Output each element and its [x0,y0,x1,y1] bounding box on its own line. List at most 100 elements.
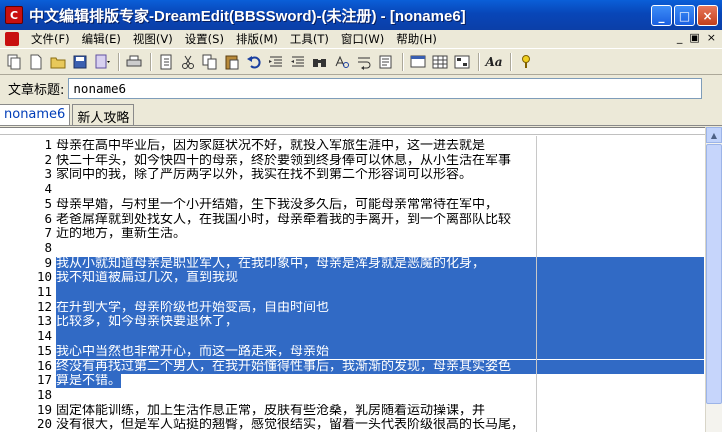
minimize-button[interactable]: _ [651,5,672,26]
menu-layout[interactable]: 排版(M) [230,31,284,48]
line-number: 9 [44,254,52,270]
mdi-close-button[interactable]: × [707,31,716,44]
window-title: 中文编辑排版专家-DreamEdit(BBSSword)-(未注册) - [no… [29,7,466,25]
indent-icon[interactable] [266,52,286,72]
scroll-thumb[interactable] [706,144,722,404]
font-icon[interactable]: Aa [484,52,504,72]
table-icon[interactable] [430,52,450,72]
menu-tools[interactable]: 工具(T) [284,31,335,48]
text-line[interactable] [56,242,704,257]
line-number: 14 [36,328,52,344]
editor-text-area[interactable]: 母亲在高中毕业后，因为家庭状况不好，就投入军旅生涯中，这一进去就是 快二十年头，如… [56,136,704,432]
article-title-input[interactable]: noname6 [68,78,703,99]
menu-window[interactable]: 窗口(W) [335,31,390,48]
cut-icon[interactable] [178,52,198,72]
save-disk-icon[interactable] [70,52,90,72]
text-line[interactable]: 我不知道被扁过几次，直到我现 [56,271,704,286]
undo-icon[interactable] [244,52,264,72]
text-line[interactable] [56,183,704,198]
title-bar[interactable]: C 中文编辑排版专家-DreamEdit(BBSSword)-(未注册) - [… [0,0,722,30]
menu-edit[interactable]: 编辑(E) [76,31,127,48]
tab-newbie-guide[interactable]: 新人攻略 [72,104,135,126]
new-dropdown-icon[interactable] [92,52,112,72]
help-icon[interactable] [516,52,536,72]
template-icon[interactable] [408,52,428,72]
app-window: C 中文编辑排版专家-DreamEdit(BBSSword)-(未注册) - [… [0,0,722,432]
outdent-icon[interactable] [288,52,308,72]
line-number: 11 [36,284,52,299]
text-line[interactable]: 比较多，如今母亲快要退休了， [56,315,704,331]
scroll-up-arrow-icon[interactable]: ▲ [706,127,722,143]
line-number: 1 [44,137,52,152]
text-line[interactable]: 我从小就知道母亲是职业军人，在我印象中，母亲是浑身就是恶魔的化身， [56,256,704,272]
menu-file[interactable]: 文件(F) [25,31,76,48]
line-number: 12 [36,298,52,314]
line-number: 19 [36,401,52,417]
replace-icon[interactable] [332,52,352,72]
grid-icon[interactable] [452,52,472,72]
text-line[interactable] [56,286,704,301]
line-number: 5 [44,195,52,211]
line-number: 6 [44,210,52,226]
right-margin-guide [536,136,537,432]
find-icon[interactable] [310,52,330,72]
tab-noname6[interactable]: noname6 [0,104,71,125]
line-number: 4 [44,181,52,197]
wrap-icon[interactable] [354,52,374,72]
text-line[interactable]: 我心中当然也非常开心，而这一路走来，母亲始 [56,344,704,360]
copy-icon[interactable] [200,52,220,72]
text-line[interactable]: 算是不错。 [56,374,704,389]
toolbar-separator [402,53,404,71]
line-number: 13 [36,313,52,329]
document-tabs: noname6 新人攻略 [0,102,722,126]
toolbar-separator [478,53,480,71]
mdi-minimize-button[interactable]: _ [677,31,683,44]
text-line[interactable]: 固定体能训练，加上生活作息正常，皮肤有些沧桑，乳房随着运动操课，并 [56,404,704,419]
print-icon[interactable] [124,52,144,72]
new-doc-icon[interactable] [26,52,46,72]
line-number: 18 [36,386,52,402]
menu-help[interactable]: 帮助(H) [390,31,443,48]
text-line[interactable]: 家同中的我，除了严厉两字以外，我实在找不到第二个形容词可以形容。 [56,168,704,183]
line-number: 2 [44,151,52,167]
page-icon[interactable] [156,52,176,72]
text-line[interactable]: 没有很大，但是军人站挺的翘臀，感觉很结实，留着一头代表阶级很高的长马尾， [56,418,704,432]
selected-text: 算是不错。 [56,374,122,389]
toolbar: Aa [0,50,722,75]
text-line[interactable]: 终没有再找过第二个男人，在我开始懂得性事后，我渐渐的发现，母亲其实姿色 [56,359,704,375]
text-line[interactable]: 在升到大学，母亲阶级也开始变高，自由时间也 [56,300,704,316]
vertical-scrollbar[interactable]: ▲ [705,127,722,432]
maximize-button[interactable]: □ [674,5,695,26]
line-number: 17 [36,372,52,388]
toolbar-separator [150,53,152,71]
mdi-controls: _ ▣ × [677,31,716,44]
menu-settings[interactable]: 设置(S) [179,31,230,48]
paste-icon[interactable] [222,52,242,72]
line-number-gutter: 1 2 3 4 5 6 7 8 9 10 11 12 13 14 15 16 17 18 19 20 [0,136,54,432]
text-editor[interactable]: 1 2 3 4 5 6 7 8 9 10 11 12 13 14 15 16 17 18 19 20 母亲在高中毕业后… [0,127,722,432]
text-line[interactable]: 近的地方，重新生活。 [56,227,704,242]
text-line[interactable] [56,389,704,404]
text-line[interactable]: 老爸屌痒就到处找女人，在我国小时，母亲牵着我的手离开，到一个离部队比较 [56,213,704,228]
toolbar-separator [510,53,512,71]
line-number: 7 [44,225,52,241]
text-line[interactable] [56,330,704,345]
copy-doc-icon[interactable] [4,52,24,72]
toolbar-separator [118,53,120,71]
close-button[interactable]: × [697,5,718,26]
line-number: 3 [44,166,52,182]
text-line[interactable]: 母亲早婚，与村里一个小开结婚，生下我没多久后，可能母亲常常待在军中， [56,198,704,213]
line-number: 20 [36,416,52,432]
document-icon[interactable] [5,32,19,46]
open-folder-icon[interactable] [48,52,68,72]
text-line[interactable]: 母亲在高中毕业后，因为家庭状况不好，就投入军旅生涯中，这一进去就是 [56,139,704,154]
ruler [0,128,722,135]
line-number: 10 [36,269,52,285]
menu-bar: 文件(F) 编辑(E) 视图(V) 设置(S) 排版(M) 工具(T) 窗口(W… [0,30,722,49]
menu-view[interactable]: 视图(V) [127,31,179,48]
article-title-label: 文章标题: [8,83,65,98]
format-icon[interactable] [376,52,396,72]
mdi-restore-button[interactable]: ▣ [689,31,699,44]
text-line[interactable]: 快二十年头，如今快四十的母亲，终於要领到终身俸可以休息，从小生活在军事 [56,154,704,169]
app-logo-icon[interactable]: C [5,6,23,24]
